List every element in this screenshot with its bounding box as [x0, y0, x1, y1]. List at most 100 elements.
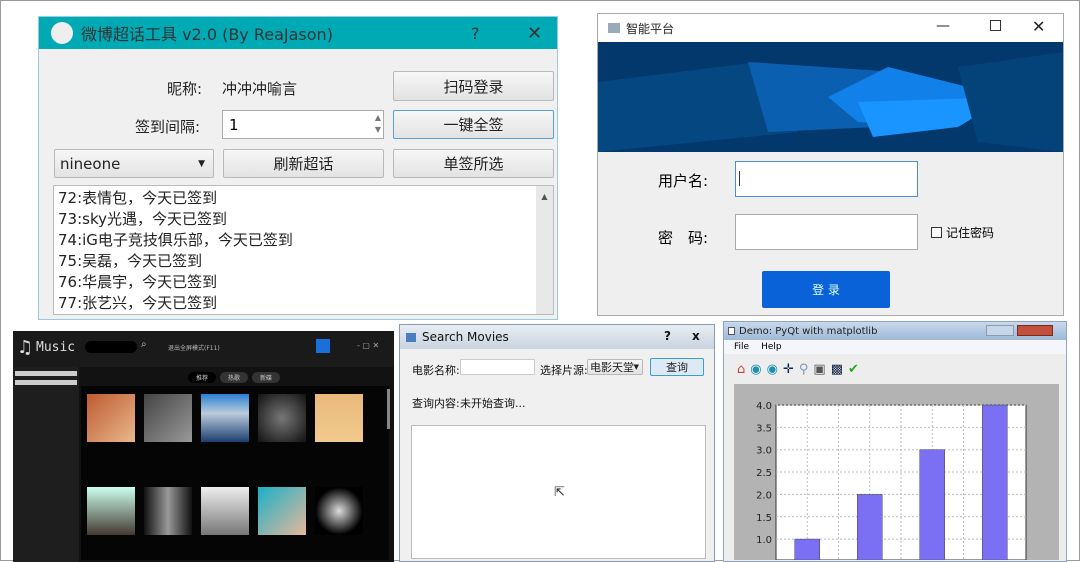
sign-selected-button[interactable]: 单签所选 [393, 149, 554, 178]
source-label: 选择片源: [540, 364, 588, 377]
window-title: Demo: PyQt with matplotlib [739, 325, 878, 337]
title-bar: Search Movies ? x [400, 325, 714, 349]
login-button[interactable]: 登 录 [762, 271, 890, 308]
window-title: Search Movies [422, 330, 509, 344]
login-window: 智能平台 — ✕ 用户名: 密 码: 记住密码 登 录 [597, 13, 1064, 316]
playlist-cover[interactable] [201, 487, 249, 535]
nickname-label: 昵称: [167, 80, 203, 98]
pan-icon[interactable]: ✛ [783, 362, 794, 377]
music-logo-icon: ♫ [17, 337, 34, 358]
text-cursor [739, 171, 740, 186]
remember-checkbox[interactable] [931, 227, 942, 238]
app-icon [608, 23, 620, 33]
title-bar: 智能平台 — ✕ [598, 14, 1063, 42]
help-button[interactable]: ? [471, 24, 480, 43]
log-list[interactable]: 72:表情包，今天已签到 73:sky光遇，今天已签到 74:iG电子竞技俱乐部… [53, 185, 554, 315]
playlist-cover[interactable] [144, 487, 192, 535]
playlist-grid [81, 386, 389, 560]
interval-value: 1 [229, 116, 239, 134]
log-item: 74:iG电子竞技俱乐部，今天已签到 [58, 231, 293, 249]
search-input[interactable] [85, 341, 137, 353]
movie-name-input[interactable] [460, 359, 535, 375]
close-button[interactable]: x [692, 329, 700, 343]
maximize-icon[interactable] [990, 20, 1001, 31]
spin-arrows-icon[interactable]: ▲ ▼ [375, 112, 381, 136]
chevron-down-icon: ▼ [198, 158, 205, 169]
source-select-value: 电影天堂 [590, 361, 634, 374]
scroll-up-icon[interactable]: ▲ [536, 186, 553, 207]
refresh-button[interactable]: 刷新超话 [223, 149, 384, 178]
sidebar-item[interactable] [15, 380, 77, 385]
app-icon [51, 22, 73, 44]
tab-new[interactable]: 新碟 [252, 372, 281, 383]
nickname-value: 冲冲冲喻言 [222, 80, 298, 98]
chevron-down-icon: ▼ [633, 363, 639, 371]
playlist-cover[interactable] [315, 394, 363, 442]
password-input[interactable] [735, 214, 918, 250]
search-button[interactable]: 查询 [650, 358, 704, 376]
window-controls[interactable]: - ▢ ✕ [357, 341, 379, 350]
title-bar: 微博超话工具 v2.0 (By ReaJason) ? ✕ [39, 17, 557, 49]
log-item: 77:张艺兴，今天已签到 [58, 294, 218, 312]
close-button[interactable]: ✕ [527, 23, 542, 44]
zoom-icon[interactable]: ⚲ [799, 362, 809, 377]
app-icon [406, 332, 416, 342]
avatar[interactable] [316, 339, 330, 353]
playlist-cover[interactable] [87, 487, 135, 535]
bar [794, 538, 820, 560]
edit-check-icon[interactable]: ✔ [848, 362, 859, 377]
scrollbar[interactable] [387, 389, 390, 429]
source-select[interactable]: 电影天堂 ▼ [587, 359, 643, 375]
menu-file[interactable]: File [734, 342, 749, 352]
tab-recommend[interactable]: 推荐 [188, 372, 217, 383]
background-window-edge [1064, 41, 1076, 281]
help-button[interactable]: ? [664, 329, 671, 343]
sidebar-item[interactable] [15, 371, 77, 376]
bar [982, 404, 1008, 560]
playlist-cover[interactable] [258, 394, 306, 442]
scrollbar[interactable]: ▲ [536, 186, 553, 314]
menu-help[interactable]: Help [761, 342, 782, 352]
forward-icon[interactable]: ◉ [767, 362, 778, 377]
home-icon[interactable]: ⌂ [737, 362, 745, 377]
remember-label: 记住密码 [946, 226, 995, 240]
sign-all-button[interactable]: 一键全签 [393, 110, 554, 139]
configure-icon[interactable]: ▣ [813, 362, 825, 377]
playlist-cover[interactable] [87, 394, 135, 442]
movie-name-label: 电影名称: [412, 364, 460, 377]
playlist-cover[interactable] [201, 394, 249, 442]
music-sidebar [13, 367, 79, 562]
playlist-cover[interactable] [258, 487, 306, 535]
playlist-cover[interactable] [144, 394, 192, 442]
back-icon[interactable]: ◉ [750, 362, 761, 377]
y-tick-label: 2.5 [756, 468, 772, 479]
window-title: 智能平台 [626, 21, 675, 36]
scan-login-button[interactable]: 扫码登录 [393, 71, 554, 101]
interval-spinbox[interactable]: 1 ▲ ▼ [222, 110, 384, 139]
search-movies-window: Search Movies ? x 电影名称: 选择片源: 电影天堂 ▼ 查询 查… [399, 324, 715, 562]
banner-image [598, 42, 1063, 152]
tab-hot[interactable]: 热歌 [220, 372, 249, 383]
log-item: 73:sky光遇，今天已签到 [58, 210, 227, 228]
minimize-icon[interactable]: — [936, 18, 950, 34]
close-button[interactable] [1017, 325, 1053, 336]
minimize-maximize-buttons[interactable] [986, 325, 1014, 336]
close-icon[interactable]: ✕ [1032, 17, 1045, 36]
title-bar: Demo: PyQt with matplotlib [724, 322, 1066, 340]
account-select[interactable]: nineone ▼ [54, 149, 214, 178]
playlist-cover[interactable] [315, 487, 363, 535]
mouse-cursor-icon: ⇱ [554, 485, 565, 500]
bar [919, 449, 945, 560]
app-name: Music [36, 340, 76, 355]
app-icon [728, 327, 735, 335]
bar-chart: 1.0 1.5 2.0 2.5 3.0 3.5 4.0 [734, 384, 1059, 560]
fullscreen-exit-button[interactable]: 退出全屏模式(F11) [168, 343, 220, 352]
username-input[interactable] [735, 161, 918, 197]
y-tick-label: 3.0 [756, 446, 772, 457]
y-tick-label: 1.5 [756, 513, 772, 524]
search-icon[interactable]: ⌕ [141, 339, 147, 350]
save-icon[interactable]: ▩ [831, 362, 843, 377]
y-tick-label: 4.0 [756, 401, 772, 412]
weibo-tool-window: 微博超话工具 v2.0 (By ReaJason) ? ✕ 昵称: 冲冲冲喻言 … [38, 16, 558, 320]
bar [857, 494, 883, 560]
